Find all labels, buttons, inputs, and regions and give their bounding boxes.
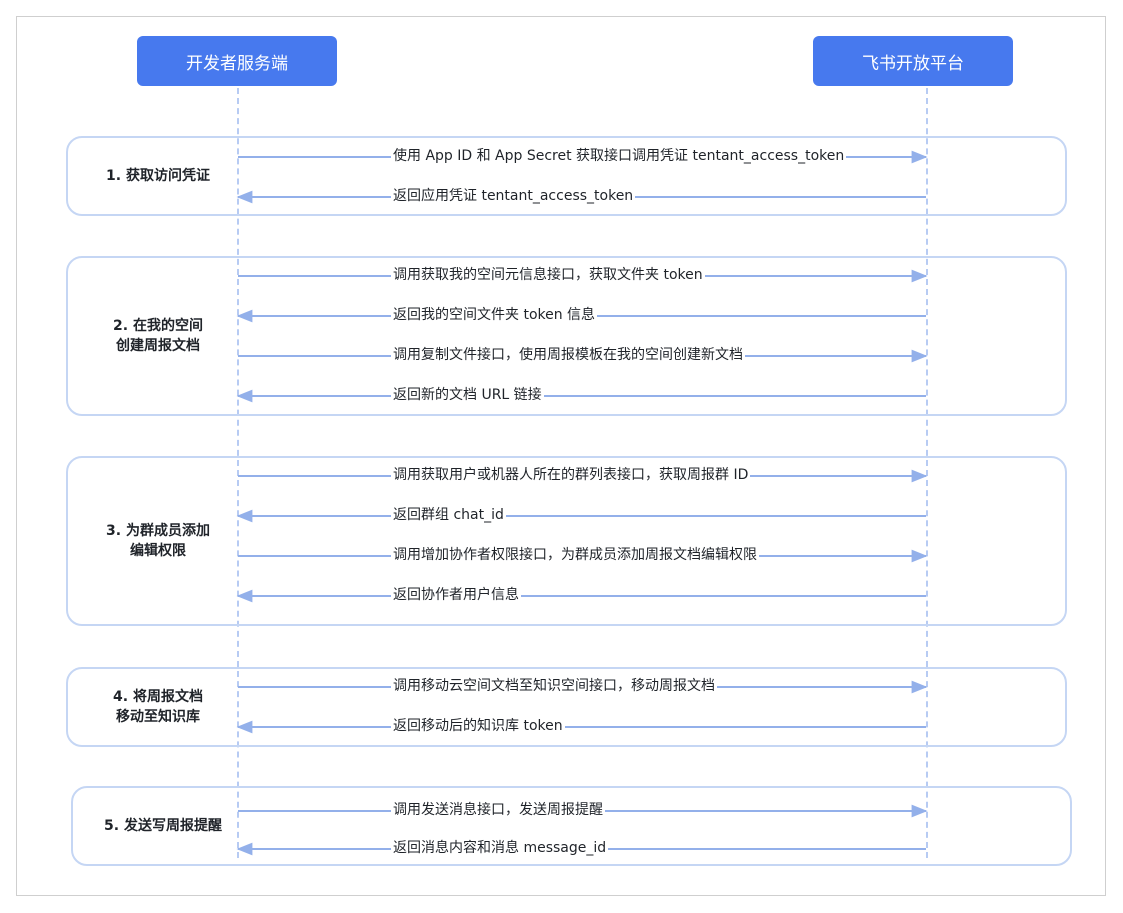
message-label-3-1: 调用获取用户或机器人所在的群列表接口，获取周报群 ID [391, 466, 751, 484]
message-label-5-1: 调用发送消息接口，发送周报提醒 [391, 801, 605, 819]
message-label-2-4: 返回新的文档 URL 链接 [391, 386, 544, 404]
message-label-4-1: 调用移动云空间文档至知识空间接口，移动周报文档 [391, 677, 717, 695]
message-label-1-2: 返回应用凭证 tentant_access_token [391, 187, 636, 205]
message-label-5-2: 返回消息内容和消息 message_id [391, 839, 609, 857]
message-label-1-1: 使用 App ID 和 App Secret 获取接口调用凭证 tentant_… [391, 147, 847, 165]
message-arrows [236, 150, 928, 856]
message-label-3-3: 调用增加协作者权限接口，为群成员添加周报文档编辑权限 [391, 546, 759, 564]
message-label-2-3: 调用复制文件接口，使用周报模板在我的空间创建新文档 [391, 346, 745, 364]
message-label-2-2: 返回我的空间文件夹 token 信息 [391, 306, 598, 324]
message-label-4-2: 返回移动后的知识库 token [391, 717, 565, 735]
message-label-3-2: 返回群组 chat_id [391, 506, 506, 524]
message-label-3-4: 返回协作者用户信息 [391, 586, 521, 604]
message-label-2-1: 调用获取我的空间元信息接口，获取文件夹 token [391, 266, 705, 284]
